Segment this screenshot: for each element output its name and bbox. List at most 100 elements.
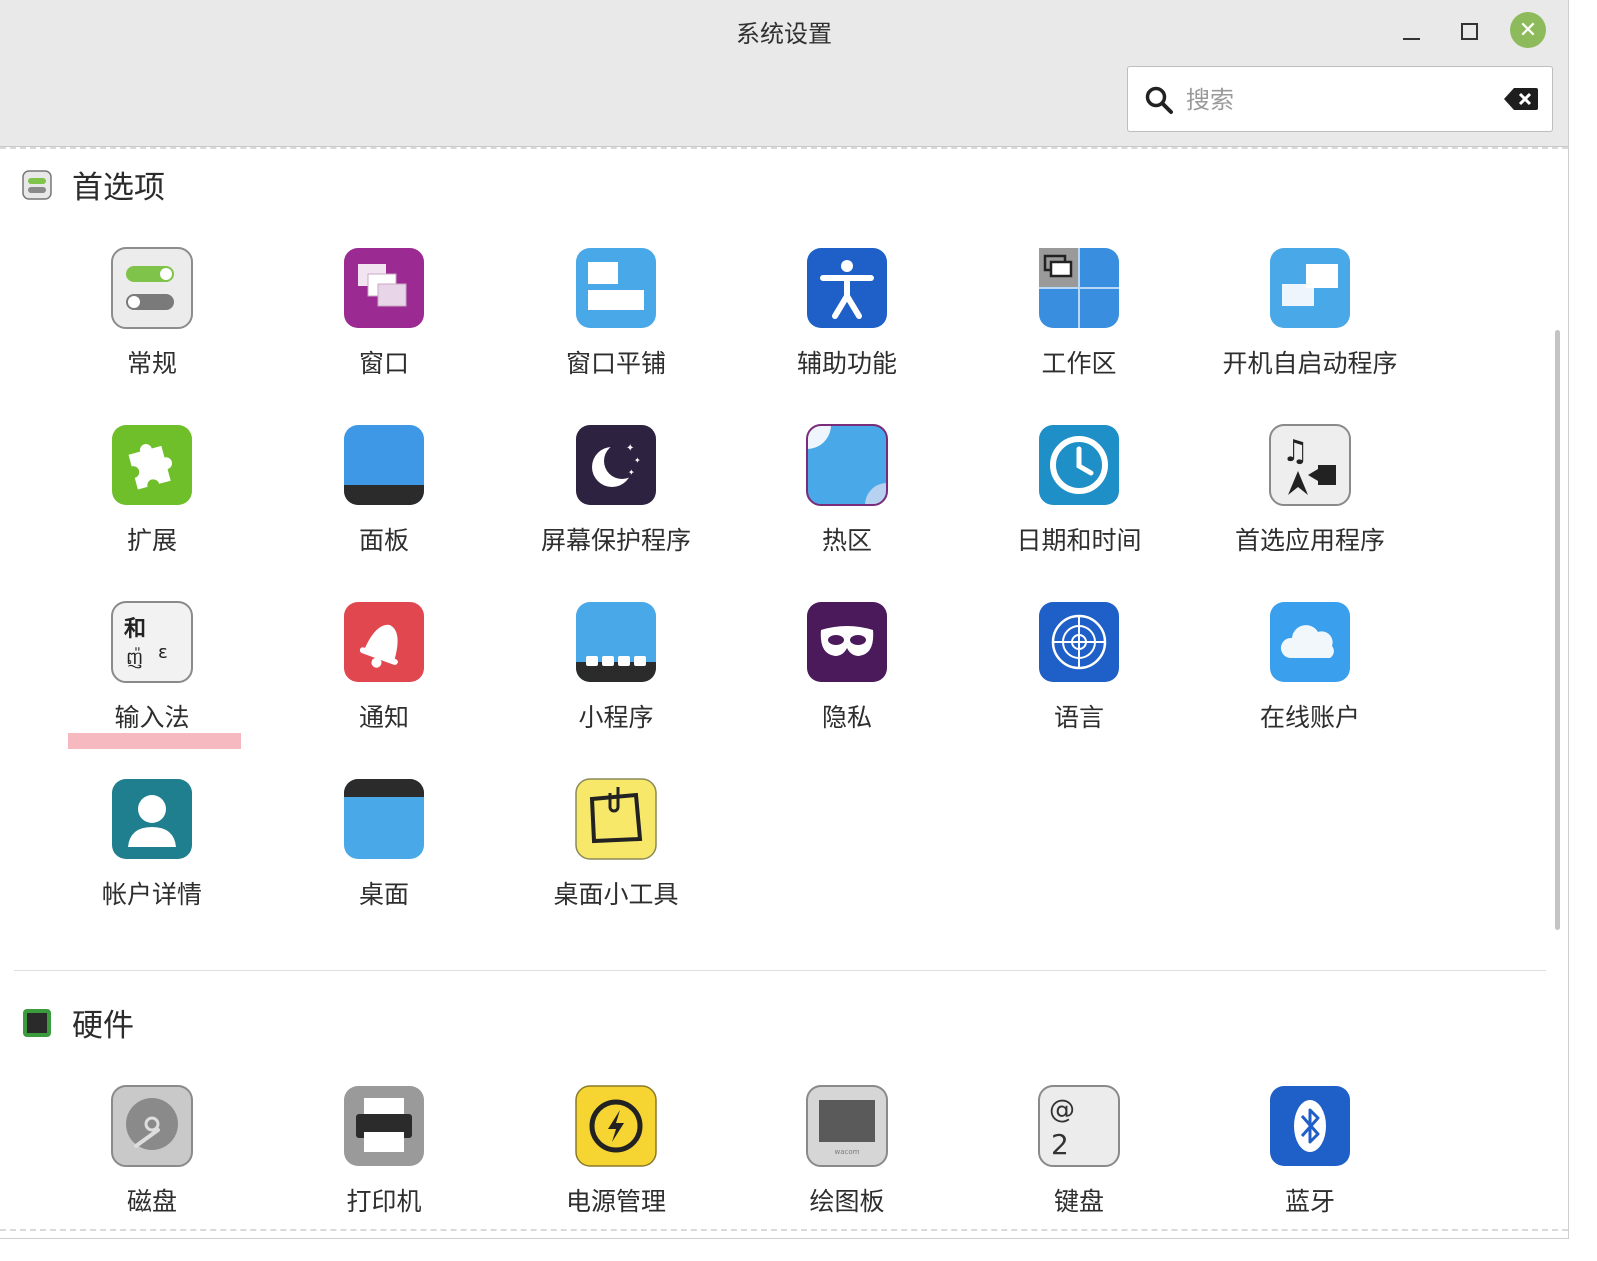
item-label: 电源管理	[565, 1187, 666, 1216]
item-label: 首选应用程序	[1234, 526, 1385, 555]
settings-item-screensaver[interactable]: ✦ ✦ ✦ 屏幕保护程序	[501, 423, 731, 557]
settings-item-languages[interactable]: 语言	[964, 600, 1194, 734]
hot-corners-icon	[806, 424, 888, 506]
minimize-button[interactable]	[1394, 14, 1428, 48]
item-label: 输入法	[114, 703, 190, 732]
moon-stars-icon: ✦ ✦ ✦	[576, 425, 656, 505]
power-bolt-icon	[575, 1085, 657, 1167]
settings-item-graphics-tablet[interactable]: wacom 绘图板	[732, 1084, 962, 1218]
settings-item-power-management[interactable]: 电源管理	[501, 1084, 731, 1218]
item-label: 帐户详情	[101, 880, 202, 909]
svg-text:✦: ✦	[634, 456, 641, 465]
section-divider	[14, 970, 1546, 971]
sticky-note-icon	[575, 778, 657, 860]
settings-item-general[interactable]: 常规	[37, 246, 267, 380]
settings-item-date-time[interactable]: 日期和时间	[964, 423, 1194, 557]
settings-item-panel[interactable]: 面板	[269, 423, 499, 557]
svg-text:2: 2	[1051, 1128, 1069, 1161]
item-label: 热区	[821, 526, 872, 555]
disk-icon	[111, 1085, 193, 1167]
globe-icon	[1039, 602, 1119, 682]
startup-applications-icon	[1270, 248, 1350, 328]
settings-item-startup-applications[interactable]: 开机自启动程序	[1195, 246, 1425, 380]
item-label: 窗口	[358, 349, 409, 378]
item-label: 工作区	[1041, 349, 1117, 378]
puzzle-piece-icon	[112, 425, 192, 505]
bluetooth-icon	[1270, 1086, 1350, 1166]
settings-item-bluetooth[interactable]: 蓝牙	[1195, 1084, 1425, 1218]
svg-text:wacom: wacom	[835, 1148, 860, 1156]
svg-text:✦: ✦	[626, 443, 634, 454]
item-label: 屏幕保护程序	[540, 526, 691, 555]
hardware-chip-icon	[23, 1008, 51, 1037]
tablet-icon: wacom	[806, 1085, 888, 1167]
settings-item-accessibility[interactable]: 辅助功能	[732, 246, 962, 380]
svg-text:✦: ✦	[628, 468, 635, 477]
settings-item-desktop[interactable]: 桌面	[269, 777, 499, 911]
item-label: 磁盘	[126, 1187, 177, 1216]
clock-icon	[1039, 425, 1119, 505]
settings-item-extensions[interactable]: 扩展	[37, 423, 267, 557]
clear-search-icon[interactable]	[1504, 87, 1538, 111]
settings-item-disks[interactable]: 磁盘	[37, 1084, 267, 1218]
settings-window: 系统设置 ✕ 首选项	[0, 0, 1569, 1239]
section-header-preferences: 首选项	[22, 162, 165, 207]
item-label: 通知	[358, 703, 409, 732]
panel-icon	[344, 425, 424, 505]
settings-item-applets[interactable]: 小程序	[501, 600, 731, 734]
svg-text:@: @	[1049, 1095, 1075, 1125]
general-toggles-icon	[111, 247, 193, 329]
item-label: 开机自启动程序	[1222, 349, 1398, 378]
window-title: 系统设置	[736, 20, 832, 48]
settings-item-desklets[interactable]: 桌面小工具	[501, 777, 731, 911]
close-button[interactable]: ✕	[1510, 12, 1546, 48]
settings-item-preferred-applications[interactable]: ♫ 首选应用程序	[1195, 423, 1425, 557]
search-input[interactable]	[1184, 79, 1488, 121]
bell-icon	[344, 602, 424, 682]
item-label: 键盘	[1053, 1187, 1104, 1216]
section-header-hardware: 硬件	[22, 1000, 134, 1045]
settings-item-input-method[interactable]: 和 ញ៉ ε 输入法	[37, 600, 267, 734]
workspaces-icon	[1039, 248, 1119, 328]
printer-icon	[344, 1086, 424, 1166]
item-label: 语言	[1053, 703, 1104, 732]
item-label: 面板	[358, 526, 409, 555]
window-tiling-icon	[576, 248, 656, 328]
svg-text:和: 和	[124, 617, 146, 642]
section-title: 硬件	[72, 1008, 134, 1044]
settings-item-window-tiling[interactable]: 窗口平铺	[501, 246, 731, 380]
maximize-button[interactable]	[1452, 14, 1486, 48]
selection-highlight	[68, 733, 241, 749]
item-label: 桌面	[358, 880, 409, 909]
vertical-scrollbar[interactable]	[1555, 330, 1560, 930]
scroll-edge-top	[0, 147, 1568, 151]
settings-item-keyboard[interactable]: @ 2 键盘	[964, 1084, 1194, 1218]
user-icon	[112, 779, 192, 859]
item-label: 日期和时间	[1016, 526, 1142, 555]
item-label: 常规	[126, 349, 177, 378]
section-title: 首选项	[72, 170, 165, 206]
search-box[interactable]	[1127, 66, 1553, 132]
settings-item-account-details[interactable]: 帐户详情	[37, 777, 267, 911]
settings-item-windows[interactable]: 窗口	[269, 246, 499, 380]
windows-icon	[344, 248, 424, 328]
settings-item-online-accounts[interactable]: 在线账户	[1195, 600, 1425, 734]
item-label: 扩展	[126, 526, 177, 555]
preferences-section-icon	[22, 169, 52, 200]
applets-icon	[576, 602, 656, 682]
search-icon	[1145, 86, 1173, 114]
settings-item-hot-corners[interactable]: 热区	[732, 423, 962, 557]
mask-icon	[807, 602, 887, 682]
settings-item-privacy[interactable]: 隐私	[732, 600, 962, 734]
close-icon: ✕	[1518, 17, 1538, 43]
cloud-icon	[1270, 602, 1350, 682]
svg-text:♫: ♫	[1282, 434, 1309, 469]
input-method-icon: 和 ញ៉ ε	[111, 601, 193, 683]
item-label: 辅助功能	[796, 349, 897, 378]
settings-item-notifications[interactable]: 通知	[269, 600, 499, 734]
item-label: 蓝牙	[1284, 1187, 1335, 1216]
settings-item-workspaces[interactable]: 工作区	[964, 246, 1194, 380]
svg-text:ញ៉: ញ៉	[126, 647, 143, 669]
settings-item-printers[interactable]: 打印机	[269, 1084, 499, 1218]
accessibility-icon	[807, 248, 887, 328]
